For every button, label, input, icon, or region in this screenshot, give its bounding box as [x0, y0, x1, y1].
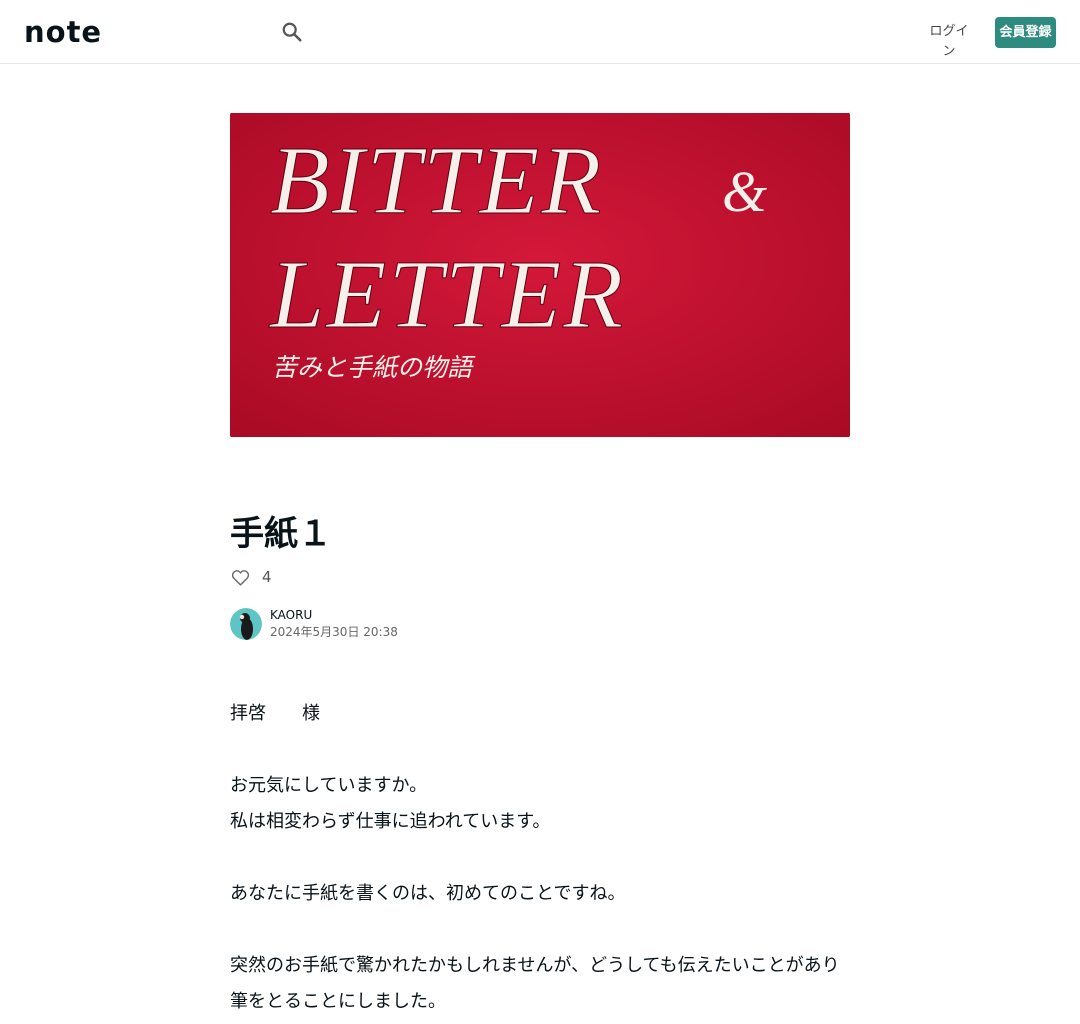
heart-icon[interactable] — [230, 567, 250, 587]
author-name[interactable]: KAORU — [270, 607, 398, 623]
hero-line1: BITTER — [270, 127, 603, 235]
body-paragraph: 突然のお手紙で驚かれたかもしれませんが、どうしても伝えたいことがあり — [230, 955, 840, 976]
site-header: note ログイン 会員登録 — [0, 0, 1080, 64]
hero-line2: LETTER — [268, 241, 625, 349]
body-paragraph: あなたに手紙を書くのは、初めてのことですね。 — [230, 883, 626, 904]
signup-button[interactable]: 会員登録 — [995, 17, 1056, 48]
body-paragraph — [230, 732, 850, 768]
body-paragraph: 拝啓 様 — [230, 703, 320, 724]
hero-subtitle: 苦みと手紙の物語 — [272, 353, 476, 382]
like-count: 4 — [262, 568, 272, 586]
body-paragraph — [230, 912, 850, 948]
search-button[interactable] — [278, 18, 306, 46]
hero-amp: & — [722, 159, 767, 224]
search-icon — [282, 22, 302, 42]
avatar[interactable] — [230, 608, 262, 640]
hero-image: BITTER & LETTER 苦みと手紙の物語 — [230, 113, 850, 437]
body-paragraph: お元気にしていますか。 — [230, 775, 428, 796]
article-title: 手紙１ — [230, 514, 332, 554]
body-paragraph: 私は相変わらず仕事に追われています。 — [230, 811, 551, 832]
author-block: KAORU 2024年5月30日 20:38 — [230, 607, 398, 641]
body-paragraph — [230, 840, 850, 876]
note-logo[interactable]: note — [24, 20, 124, 44]
article-body: 拝啓 様 お元気にしていますか。 私は相変わらず仕事に追われています。 あなたに… — [230, 696, 850, 1020]
post-date: 2024年5月30日 20:38 — [270, 625, 398, 639]
body-paragraph: 筆をとることにしました。 — [230, 991, 446, 1012]
login-link[interactable]: ログイン — [924, 22, 974, 59]
like-section: 4 — [230, 566, 272, 588]
logo-text: note — [24, 20, 102, 44]
